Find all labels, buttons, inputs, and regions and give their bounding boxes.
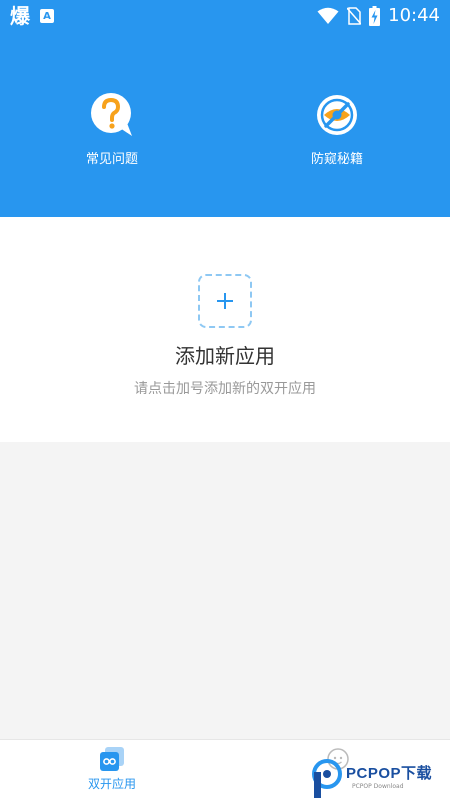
add-app-subtitle: 请点击加号添加新的双开应用	[134, 381, 316, 397]
wifi-icon	[317, 7, 339, 24]
header-banner: 爆 A 10:44 常见问题 防窥秘籍	[0, 0, 450, 217]
status-bar-left: 爆 A	[10, 4, 54, 28]
status-time: 10:44	[388, 5, 440, 26]
faq-label: 常见问题	[85, 152, 138, 167]
app-notification-icon: 爆	[10, 4, 30, 28]
dual-apps-icon	[100, 747, 124, 771]
add-app-card: 添加新应用 请点击加号添加新的双开应用	[0, 217, 450, 442]
add-app-title: 添加新应用	[175, 344, 275, 368]
battery-charging-icon	[369, 6, 381, 26]
plus-icon	[217, 293, 233, 309]
watermark-text: PCPOP下载	[346, 765, 433, 782]
status-bar-right: 10:44	[317, 4, 440, 28]
watermark-text-group: PCPOP下载 PCPOP Download	[346, 765, 432, 791]
pcpop-logo-icon	[312, 759, 342, 798]
status-bar: 爆 A 10:44	[0, 0, 450, 32]
anti-peep-guide-button[interactable]: 防窥秘籍	[257, 92, 417, 168]
anti-peep-guide-label: 防窥秘籍	[310, 152, 363, 167]
watermark-subtext: PCPOP Download	[352, 783, 404, 790]
tab-dual-apps-label: 双开应用	[87, 777, 136, 791]
a-notification-icon: A	[40, 9, 54, 23]
no-eye-icon	[317, 95, 357, 135]
faq-button[interactable]: 常见问题	[32, 92, 192, 168]
no-sim-icon	[347, 7, 362, 25]
watermark-logo: PCPOP下载 PCPOP Download	[312, 758, 448, 798]
question-bubble-icon	[91, 93, 132, 136]
add-app-button[interactable]	[198, 274, 252, 328]
tab-dual-apps[interactable]: 双开应用	[52, 740, 172, 800]
